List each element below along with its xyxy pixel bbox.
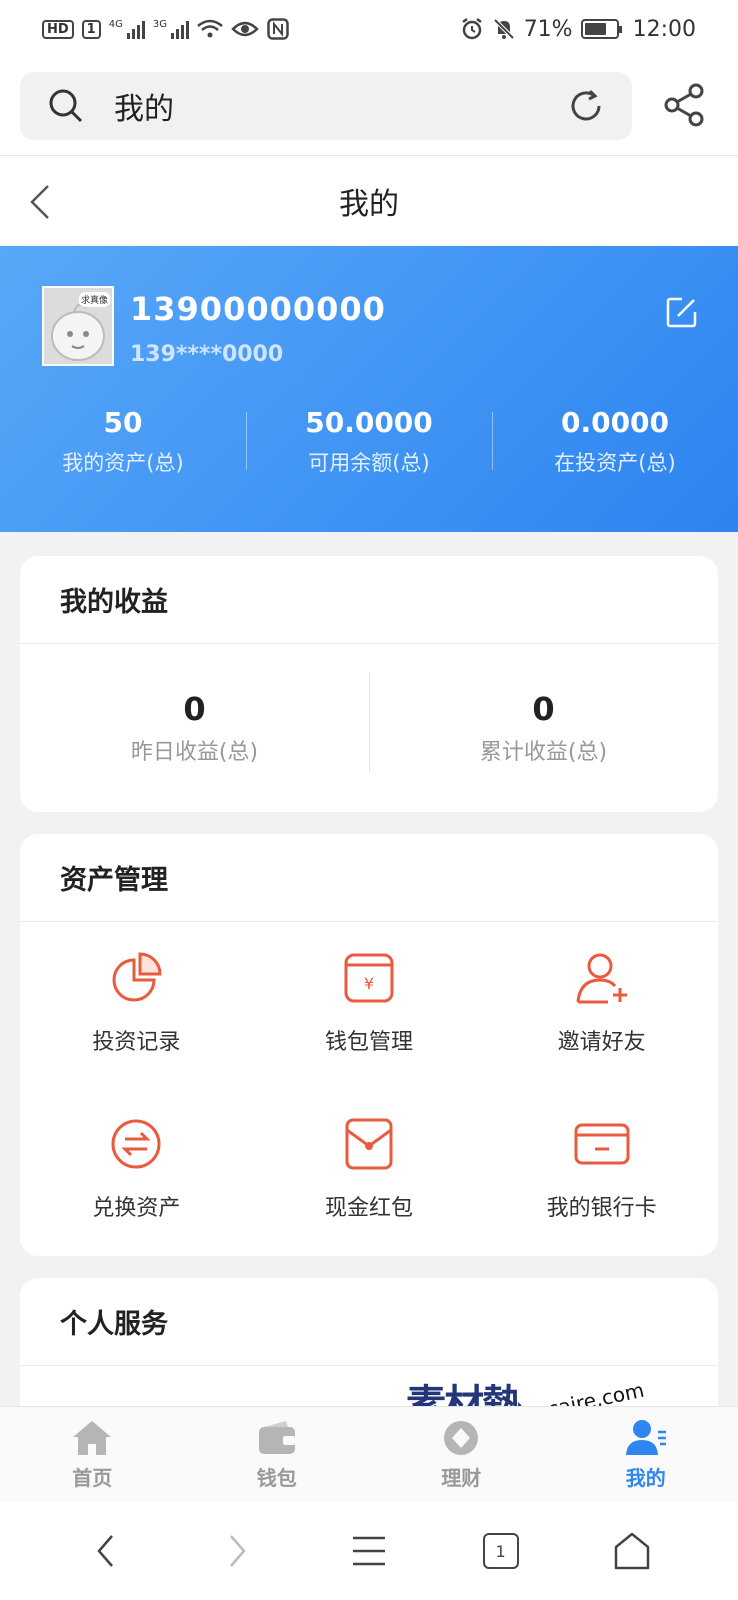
search-icon [49, 89, 83, 123]
stat-invested-assets[interactable]: 0.0000 在投资产(总) [492, 406, 738, 477]
address-bar[interactable]: 我的 [20, 72, 632, 140]
eye-icon [231, 21, 259, 37]
page-title: 我的 [339, 187, 399, 222]
grid-item-label: 邀请好友 [557, 1030, 646, 1055]
bottom-tab-bar: 首页 钱包 理财 我的 [0, 1406, 738, 1502]
wallet-management-button[interactable]: ¥ 钱包管理 [253, 950, 486, 1116]
battery-percent: 71% [523, 16, 573, 42]
home-icon [73, 1421, 112, 1455]
home-outline-icon [614, 1532, 650, 1570]
wallet-yen-icon: ¥ [344, 953, 394, 1003]
chevron-right-icon [230, 1535, 247, 1567]
stat-available-balance[interactable]: 50.0000 可用余额(总) [246, 406, 492, 477]
signal-icon: 4G [109, 19, 145, 39]
earnings-label: 累计收益(总) [479, 740, 608, 765]
earnings-yesterday[interactable]: 0 昨日收益(总) [20, 690, 369, 766]
network-type-label-2: 3G [152, 19, 167, 30]
asset-management-title: 资产管理 [20, 834, 718, 922]
tab-label: 首页 [72, 1466, 113, 1490]
sim-indicator: 1 [81, 19, 101, 39]
nav-menu-button[interactable] [339, 1521, 399, 1581]
stat-value: 50.0000 [305, 406, 433, 439]
wifi-icon [197, 19, 223, 38]
grid-item-label: 投资记录 [92, 1030, 181, 1055]
signal-icon-secondary: 3G [153, 19, 189, 39]
back-icon[interactable] [28, 182, 52, 222]
status-bar: HD 1 4G 3G 71% 12:00 [0, 0, 738, 58]
grid-item-label: 现金红包 [324, 1196, 413, 1221]
tab-count: 1 [482, 1533, 519, 1569]
grid-item-label: 兑换资产 [92, 1196, 181, 1221]
stat-value: 50 [103, 406, 143, 439]
stat-value: 0.0000 [560, 406, 670, 439]
page-header: 我的 [0, 156, 738, 246]
battery-icon [580, 19, 622, 39]
tab-wallet[interactable]: 钱包 [185, 1407, 370, 1502]
tab-label: 理财 [441, 1466, 482, 1490]
finance-icon [444, 1421, 479, 1455]
wallet-icon [258, 1421, 295, 1454]
battery-level [584, 23, 606, 35]
stat-label: 可用余额(总) [308, 451, 430, 475]
mute-icon [493, 18, 515, 40]
user-phone-masked: 139****0000 [130, 342, 284, 367]
pie-chart-icon [112, 952, 162, 1002]
earnings-value: 0 [183, 690, 206, 728]
investment-records-button[interactable]: 投资记录 [20, 950, 253, 1116]
avatar-tag: 求真像 [78, 292, 110, 307]
network-type-label: 4G [108, 19, 123, 30]
nav-forward-button[interactable] [207, 1521, 267, 1581]
earnings-title: 我的收益 [20, 556, 718, 644]
personal-services-title: 个人服务 [20, 1278, 718, 1366]
svg-text:¥: ¥ [364, 974, 374, 993]
tab-me[interactable]: 我的 [554, 1407, 738, 1502]
clock: 12:00 [632, 16, 696, 42]
profile-card: 求真像 13900000000 139****0000 50 我的资产(总) 5… [0, 246, 738, 532]
tab-home[interactable]: 首页 [0, 1407, 185, 1502]
add-user-icon [576, 953, 627, 1004]
earnings-label: 昨日收益(总) [130, 740, 259, 765]
browser-nav-bar: 1 [0, 1502, 738, 1600]
tab-label: 钱包 [256, 1466, 297, 1490]
stat-label: 我的资产(总) [62, 451, 184, 475]
earnings-cumulative[interactable]: 0 累计收益(总) [369, 672, 718, 772]
invite-friends-button[interactable]: 邀请好友 [485, 950, 718, 1116]
tab-label: 我的 [625, 1466, 666, 1490]
nav-back-button[interactable] [76, 1521, 136, 1581]
earnings-value: 0 [532, 690, 555, 728]
address-text[interactable]: 我的 [114, 84, 568, 128]
earnings-card: 我的收益 0 昨日收益(总) 0 累计收益(总) [20, 556, 718, 812]
share-icon[interactable] [662, 82, 708, 128]
menu-icon [352, 1536, 385, 1566]
refresh-icon[interactable] [568, 88, 604, 124]
avatar[interactable]: 求真像 [42, 286, 114, 366]
exchange-assets-button[interactable]: 兑换资产 [20, 1116, 253, 1282]
nfc-icon [267, 18, 289, 40]
nav-tabs-button[interactable]: 1 [471, 1521, 531, 1581]
nav-home-button[interactable] [602, 1521, 662, 1581]
stat-total-assets[interactable]: 50 我的资产(总) [0, 406, 246, 477]
hd-icon: HD [42, 19, 74, 39]
asset-stats: 50 我的资产(总) 50.0000 可用余额(总) 0.0000 在投资产(总… [0, 406, 738, 477]
edit-icon[interactable] [666, 296, 698, 328]
bank-card-icon [574, 1123, 630, 1165]
cash-red-envelope-button[interactable]: 现金红包 [253, 1116, 486, 1282]
user-phone: 13900000000 [130, 290, 386, 328]
my-bank-card-button[interactable]: 我的银行卡 [485, 1116, 718, 1282]
tab-finance[interactable]: 理财 [369, 1407, 554, 1502]
red-envelope-icon [345, 1118, 393, 1170]
stat-label: 在投资产(总) [554, 451, 676, 475]
grid-item-label: 钱包管理 [324, 1030, 413, 1055]
user-icon [625, 1420, 666, 1455]
alarm-icon [461, 18, 482, 40]
grid-item-label: 我的银行卡 [546, 1196, 657, 1221]
exchange-icon [111, 1119, 161, 1169]
chevron-left-icon [97, 1535, 113, 1567]
browser-toolbar: 我的 [0, 58, 738, 156]
asset-management-card: 资产管理 投资记录 ¥ 钱包管理 邀请好友 兑换资产 现金红包 我的银行卡 [20, 834, 718, 1256]
